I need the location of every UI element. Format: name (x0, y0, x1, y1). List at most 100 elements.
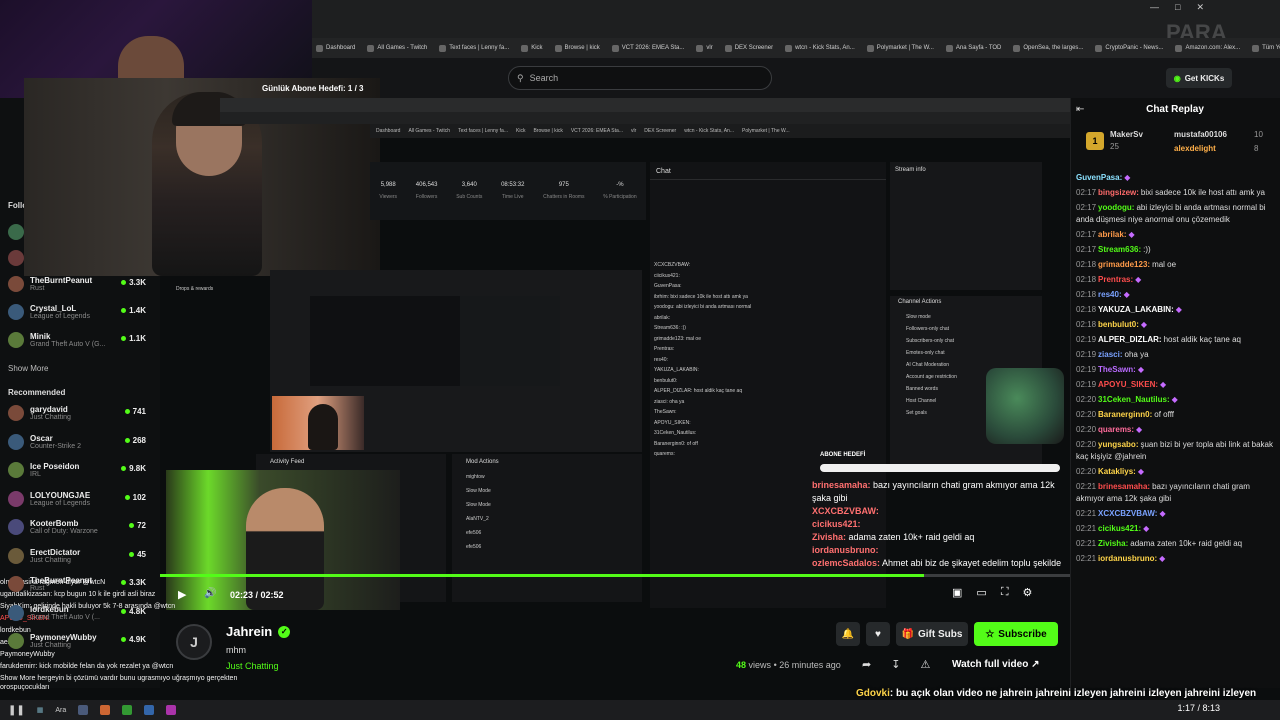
taskbar-app-icon[interactable] (144, 705, 155, 715)
overlay-chat-user: cicikus421: (812, 519, 861, 529)
sidebar-channel[interactable]: lordkebun Grand Theft Auto V (... 4.8K (8, 604, 158, 621)
chat-username[interactable]: bingsizew: (1098, 188, 1139, 197)
video-stat-value: 08:53:32 (501, 182, 525, 188)
chat-username[interactable]: res40: (1098, 290, 1122, 299)
gift-subs-button[interactable]: 🎁 Gift Subs (896, 622, 968, 646)
sidebar-channel[interactable]: Ice Poseidon IRL 9.8K (8, 462, 158, 478)
mod-action-item: AlaNTV_2 (466, 516, 489, 522)
chat-message: 02:17 bingsizew: bixi sadece 10k ile host … (1076, 187, 1276, 199)
show-more-link[interactable]: Show More (8, 364, 48, 373)
emote-icon: ◆ (1171, 395, 1178, 404)
chat-username[interactable]: Katakliys: (1098, 467, 1136, 476)
bookmark-item[interactable]: vlr (696, 44, 713, 52)
taskbar-app-icon[interactable] (122, 705, 133, 715)
notification-button[interactable]: 🔔 (836, 622, 860, 646)
taskbar-app-icon[interactable] (166, 705, 177, 715)
sidebar-channel[interactable]: TheBurntPeanut Rust 3.3K (8, 276, 158, 292)
bookmark-item[interactable]: CryptoPanic - News... (1095, 44, 1163, 52)
bookmark-item[interactable]: Browse | kick (554, 44, 600, 52)
sidebar-channel[interactable]: Oscar Counter-Strike 2 268 (8, 433, 158, 450)
sidebar-channel-text: garydavid Just Chatting (30, 405, 71, 421)
chat-username[interactable]: abrilak: (1098, 230, 1126, 239)
chat-message: 02:18 benbulut0: ◆ (1076, 319, 1276, 331)
chat-timestamp: 02:18 (1076, 290, 1097, 299)
viewer-count: 4.8K (121, 607, 146, 616)
chat-username[interactable]: YAKUZA_LAKABIN: (1098, 305, 1174, 314)
minimize-icon[interactable]: — (1150, 2, 1159, 13)
bookmark-item[interactable]: Dashboard (316, 44, 356, 52)
bookmark-item[interactable]: All Games - Twitch (367, 44, 427, 52)
follow-button[interactable]: ♥ (866, 622, 890, 646)
bookmark-icon (945, 44, 953, 52)
bookmark-item[interactable]: Polymarket | The W... (866, 44, 934, 52)
taskbar-search-label[interactable]: Ara (55, 707, 66, 714)
chat-username[interactable]: brinesamaha: (1098, 482, 1150, 491)
sidebar-channel[interactable]: Crystal_LoL League of Legends 1.4K (8, 304, 158, 320)
chat-username[interactable]: yungsabo: (1098, 440, 1138, 449)
pause-icon[interactable]: ❚❚ (8, 705, 25, 716)
chat-username[interactable]: TheSawn: (1098, 365, 1136, 374)
channel-name: KooterBomb (30, 519, 79, 528)
mod-action-item: Slow Mode (466, 502, 491, 508)
chat-username[interactable]: yoodogu: (1098, 203, 1134, 212)
bookmark-item[interactable]: Text faces | Lenny fa... (439, 44, 509, 52)
get-kicks-button[interactable]: ◉ Get KICKs (1166, 68, 1232, 88)
fullscreen-icon[interactable]: ⛶ (1001, 586, 1009, 599)
watch-full-video-link[interactable]: Watch full video ↗ (952, 659, 1039, 670)
chat-username[interactable]: GuvenPasa: (1076, 173, 1122, 182)
sidebar-channel[interactable]: KooterBomb Call of Duty: Warzone 72 (8, 519, 158, 535)
chat-username[interactable]: ziasci: (1098, 350, 1122, 359)
bookmark-item[interactable]: DEX Screener (724, 44, 774, 52)
chat-username[interactable]: Stream636: (1098, 245, 1141, 254)
chat-username[interactable]: ALPER_DIZLAR: (1098, 335, 1162, 344)
bookmark-label: Dashboard (326, 45, 356, 51)
share-icon[interactable]: ➦ (862, 658, 871, 671)
bookmark-item[interactable]: Tüm Yer İşaretleri (1252, 44, 1280, 52)
chat-text: host aldik kaç tane aq (1163, 335, 1241, 344)
video-emote-overlay (986, 368, 1064, 444)
channel-game: Counter-Strike 2 (30, 442, 81, 450)
sidebar-channel[interactable]: TheBurntPeanut Rust 3.3K (8, 576, 158, 592)
theater-icon[interactable]: ▭ (976, 586, 986, 599)
video-chat-line: Stream636: :)) (654, 325, 686, 331)
close-icon[interactable]: ✕ (1196, 2, 1204, 13)
search-input[interactable]: ⚲ Search (508, 66, 772, 90)
chat-username[interactable]: quarems: (1098, 425, 1134, 434)
chat-username[interactable]: Baranerginn0: (1098, 410, 1152, 419)
chat-username[interactable]: 31Ceken_Nautilus: (1098, 395, 1170, 404)
maximize-icon[interactable]: □ (1175, 2, 1180, 13)
settings-icon[interactable]: ⚙ (1023, 586, 1033, 599)
video-stat-value: 3,640 (461, 182, 477, 188)
bookmark-item[interactable]: Amazon.com: Alex... (1175, 44, 1240, 52)
sidebar-channel[interactable]: garydavid Just Chatting 741 (8, 405, 158, 421)
bookmark-item[interactable]: Ana Sayfa - TOD (945, 44, 1001, 52)
windows-icon[interactable]: ▦ (37, 706, 44, 714)
chat-username[interactable]: grimadde123: (1098, 260, 1150, 269)
sidebar-channel[interactable]: Minik Grand Theft Auto V (G... 1.1K (8, 332, 158, 348)
bookmark-item[interactable]: VCT 2026: EMEA Sta... (611, 44, 684, 52)
chat-username[interactable]: XCXCBZVBAW: (1098, 509, 1157, 518)
sidebar-channel[interactable]: PaymoneyWubby Just Chatting 4.9K (8, 633, 158, 649)
chat-username[interactable]: Zivisha: (1098, 539, 1128, 548)
report-icon[interactable]: ⚠ (920, 658, 930, 671)
bookmark-label: DEX Screener (734, 45, 774, 51)
bookmark-item[interactable]: Kick (521, 44, 543, 52)
taskbar-app-icon[interactable] (100, 705, 111, 715)
chat-username[interactable]: iordanusbruno: (1098, 554, 1157, 563)
pip-icon[interactable]: ▣ (952, 586, 962, 599)
bookmark-item[interactable]: wtcn - Kick Stats, An... (785, 44, 855, 52)
download-icon[interactable]: ↧ (891, 658, 900, 671)
bookmark-item[interactable]: OpenSea, the larges... (1013, 44, 1083, 52)
chat-username[interactable]: APOYU_SIKEN: (1098, 380, 1158, 389)
taskbar-app-icon[interactable] (78, 705, 89, 715)
avatar (8, 304, 24, 320)
subscribe-button[interactable]: ☆ Subscribe (974, 622, 1058, 646)
chat-username[interactable]: benbulut0: (1098, 320, 1139, 329)
chat-username[interactable]: cicikus421: (1098, 524, 1141, 533)
sidebar-channel[interactable]: LOLYOUNGJAE League of Legends 102 (8, 490, 158, 507)
video-nested-screen-3 (460, 296, 560, 386)
sidebar-channel[interactable]: ErectDictator Just Chatting 45 (8, 547, 158, 564)
chat-username[interactable]: Prentras: (1098, 275, 1133, 284)
bookmark-label: vlr (706, 45, 713, 51)
chat-timestamp: 02:18 (1076, 260, 1097, 269)
